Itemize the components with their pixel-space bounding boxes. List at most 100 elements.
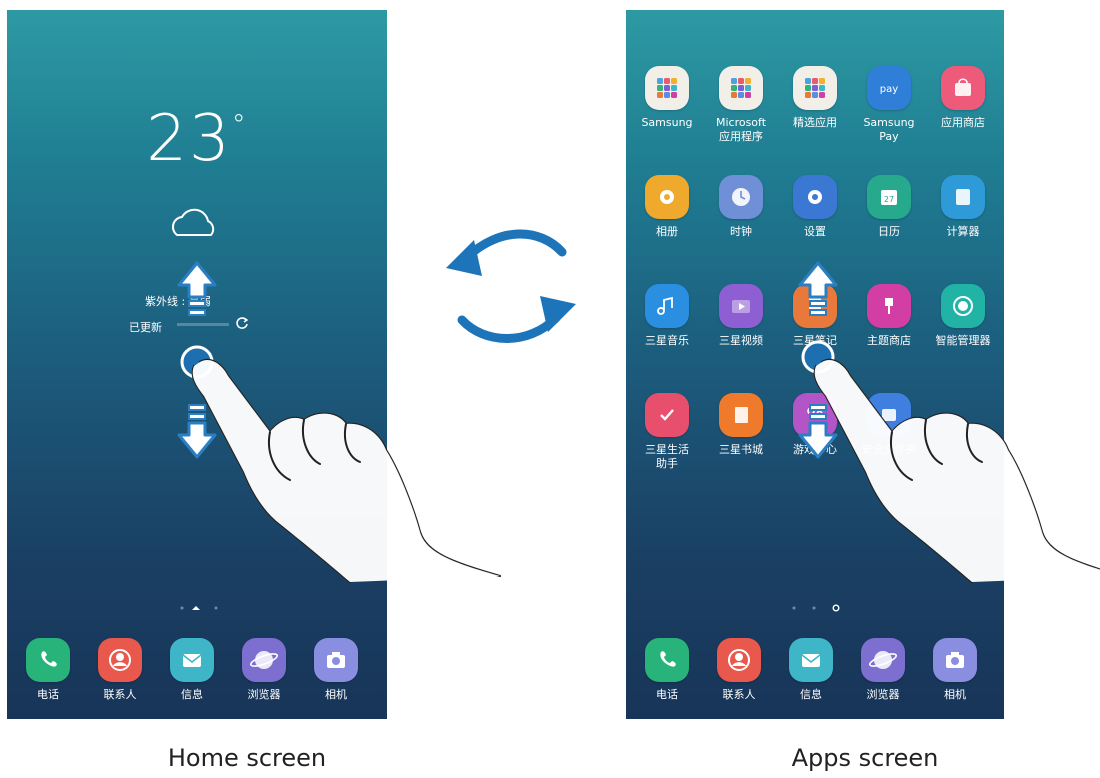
page-indicator	[180, 606, 218, 610]
app-label: Microsoft 应用程序	[715, 116, 767, 143]
app-label: 信息	[800, 688, 822, 701]
books-icon	[719, 393, 763, 437]
app-icon[interactable]: 三星书城	[704, 393, 778, 457]
app-label: 相机	[325, 688, 347, 701]
app-label: 三星书城	[719, 443, 763, 456]
app-label: 三星笔记	[793, 334, 837, 347]
app-icon[interactable]: 设置	[778, 175, 852, 239]
app-label: 时钟	[730, 225, 752, 238]
app-icon[interactable]: 三星笔记	[778, 284, 852, 348]
app-label: 三星音乐	[645, 334, 689, 347]
music-icon	[645, 284, 689, 328]
uv-index-text: 紫外线 : 最弱	[145, 295, 211, 308]
app-icon[interactable]: 三星音乐	[630, 284, 704, 348]
weather-temperature: 23°	[146, 102, 248, 176]
home-screen-caption: Home screen	[167, 744, 327, 772]
samsung-pay-icon: pay	[867, 66, 911, 110]
dock-app[interactable]: 信息	[155, 638, 229, 702]
app-label: 智能管理器	[935, 334, 991, 347]
app-icon[interactable]: 精选应用	[778, 66, 852, 130]
browser-icon	[242, 638, 286, 682]
game-icon	[793, 393, 837, 437]
dock-app[interactable]: 浏览器	[227, 638, 301, 702]
app-label: 联系人	[103, 688, 137, 701]
phone-icon	[26, 638, 70, 682]
app-label: 三星视频	[719, 334, 763, 347]
app-label: 浏览器	[866, 688, 900, 701]
app-label: 联系人	[722, 688, 756, 701]
app-icon[interactable]: 智能管理器	[926, 284, 1000, 348]
app-label: 日历	[878, 225, 900, 238]
svg-text:pay: pay	[880, 84, 898, 95]
contacts-icon	[98, 638, 142, 682]
switch-screens-icon	[446, 229, 576, 343]
app-icon[interactable]: 27 日历	[852, 175, 926, 239]
video-icon	[719, 284, 763, 328]
app-label: 电话	[37, 688, 59, 701]
featured-apps-folder-icon	[793, 66, 837, 110]
apps-screen-caption: Apps screen	[791, 744, 939, 772]
app-label: 设置	[804, 225, 826, 238]
app-icon[interactable]: 三星生活 助手	[630, 393, 704, 471]
app-icon[interactable]: 游戏中心	[778, 393, 852, 457]
smart-manager-icon	[941, 284, 985, 328]
secure-folder-icon	[867, 393, 911, 437]
updated-text: 已更新	[129, 321, 162, 334]
refresh-icon[interactable]	[235, 316, 249, 330]
dock-app[interactable]: 浏览器	[846, 638, 920, 702]
app-icon[interactable]: 应用商店	[926, 66, 1000, 130]
camera-icon	[314, 638, 358, 682]
dock-app[interactable]: 电话	[630, 638, 704, 702]
calendar-icon: 27	[867, 175, 911, 219]
calculator-icon	[941, 175, 985, 219]
apps-screen: Samsung Microsoft 应用程序 精选应用 pay Samsung Pay 应…	[626, 10, 1004, 719]
app-icon[interactable]: 三星视频	[704, 284, 778, 348]
app-icon[interactable]: 计算器	[926, 175, 1000, 239]
app-label: 计算器	[946, 225, 980, 238]
app-icon[interactable]: 主题商店	[852, 284, 926, 348]
dock-app[interactable]: 相机	[299, 638, 373, 702]
app-label: Samsung Pay	[863, 116, 915, 143]
app-label: 电话	[656, 688, 678, 701]
app-icon[interactable]: pay Samsung Pay	[852, 66, 926, 144]
app-label: 浏览器	[247, 688, 281, 701]
messages-icon	[789, 638, 833, 682]
svg-text:27: 27	[884, 195, 894, 204]
notes-icon	[793, 284, 837, 328]
contacts-icon	[717, 638, 761, 682]
clock-icon	[719, 175, 763, 219]
app-icon[interactable]: 安全文件夹	[852, 393, 926, 457]
home-screen: 23° 紫外线 : 最弱 已更新 电话 联系人 信息 浏览器 相机	[7, 10, 387, 719]
app-label: 相机	[944, 688, 966, 701]
apps-dock: 电话 联系人 信息 浏览器 相机	[626, 632, 1004, 719]
cloud-icon	[171, 208, 215, 236]
app-label: Samsung	[641, 116, 693, 129]
phone-icon	[645, 638, 689, 682]
apps-page-indicator	[792, 604, 840, 612]
app-label: 信息	[181, 688, 203, 701]
themes-icon	[867, 284, 911, 328]
dock-app[interactable]: 联系人	[83, 638, 157, 702]
dock-app[interactable]: 联系人	[702, 638, 776, 702]
camera-icon	[933, 638, 977, 682]
app-label: 安全文件夹	[861, 443, 917, 456]
dock-app[interactable]: 信息	[774, 638, 848, 702]
app-icon[interactable]: Samsung	[630, 66, 704, 130]
dock-app[interactable]: 电话	[11, 638, 85, 702]
messages-icon	[170, 638, 214, 682]
app-label: 应用商店	[941, 116, 985, 129]
dock-app[interactable]: 相机	[918, 638, 992, 702]
microsoft-folder-icon	[719, 66, 763, 110]
samsung-folder-icon	[645, 66, 689, 110]
browser-icon	[861, 638, 905, 682]
gallery-icon	[645, 175, 689, 219]
life-assistant-icon	[645, 393, 689, 437]
app-icon[interactable]: 相册	[630, 175, 704, 239]
app-label: 主题商店	[867, 334, 911, 347]
home-dock: 电话 联系人 信息 浏览器 相机	[7, 632, 387, 719]
settings-icon	[793, 175, 837, 219]
app-store-icon	[941, 66, 985, 110]
app-label: 游戏中心	[793, 443, 837, 456]
app-icon[interactable]: Microsoft 应用程序	[704, 66, 778, 144]
app-icon[interactable]: 时钟	[704, 175, 778, 239]
